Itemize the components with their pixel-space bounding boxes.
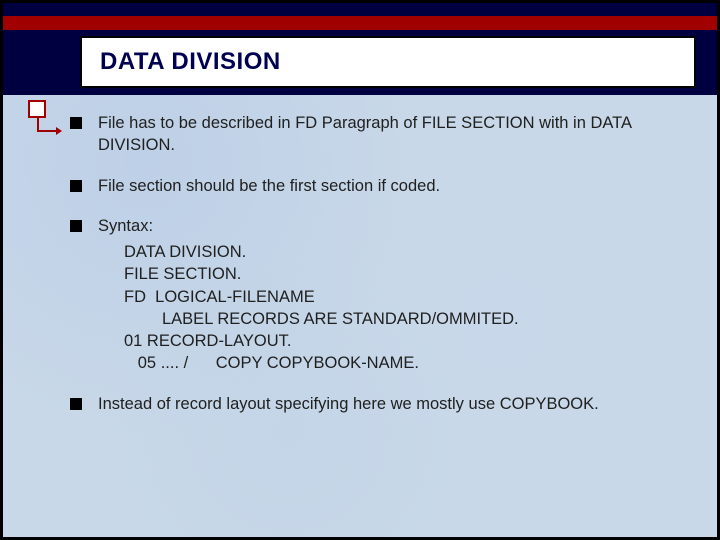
syntax-line: FILE SECTION. bbox=[124, 263, 692, 285]
list-item: Instead of record layout specifying here… bbox=[70, 393, 692, 415]
title-box: DATA DIVISION bbox=[80, 36, 696, 88]
syntax-line: FD LOGICAL-FILENAME bbox=[124, 286, 692, 308]
decor-arrow-tip bbox=[56, 127, 62, 135]
bullet-icon bbox=[70, 180, 82, 192]
bullet-icon bbox=[70, 220, 82, 232]
syntax-block: DATA DIVISION. FILE SECTION. FD LOGICAL-… bbox=[98, 241, 692, 375]
syntax-label: Syntax: bbox=[98, 215, 692, 237]
bullet-text: Instead of record layout specifying here… bbox=[98, 393, 692, 415]
bullet-icon bbox=[70, 398, 82, 410]
content-area: File has to be described in FD Paragraph… bbox=[70, 112, 692, 520]
list-item: File has to be described in FD Paragraph… bbox=[70, 112, 692, 157]
header-red-bar bbox=[3, 16, 717, 30]
slide-title: DATA DIVISION bbox=[100, 48, 281, 76]
decor-square bbox=[28, 100, 46, 118]
decor-arrow-stem-h bbox=[37, 130, 57, 132]
syntax-line: 01 RECORD-LAYOUT. bbox=[124, 330, 692, 352]
list-item: Syntax: DATA DIVISION. FILE SECTION. FD … bbox=[70, 215, 692, 375]
syntax-body: Syntax: DATA DIVISION. FILE SECTION. FD … bbox=[98, 215, 692, 375]
bullet-text: File has to be described in FD Paragraph… bbox=[98, 112, 692, 157]
bullet-text: File section should be the first section… bbox=[98, 175, 692, 197]
bullet-icon bbox=[70, 117, 82, 129]
syntax-line: DATA DIVISION. bbox=[124, 241, 692, 263]
syntax-line: 05 .... / COPY COPYBOOK-NAME. bbox=[124, 352, 692, 374]
syntax-line: LABEL RECORDS ARE STANDARD/OMMITED. bbox=[124, 308, 692, 330]
list-item: File section should be the first section… bbox=[70, 175, 692, 197]
